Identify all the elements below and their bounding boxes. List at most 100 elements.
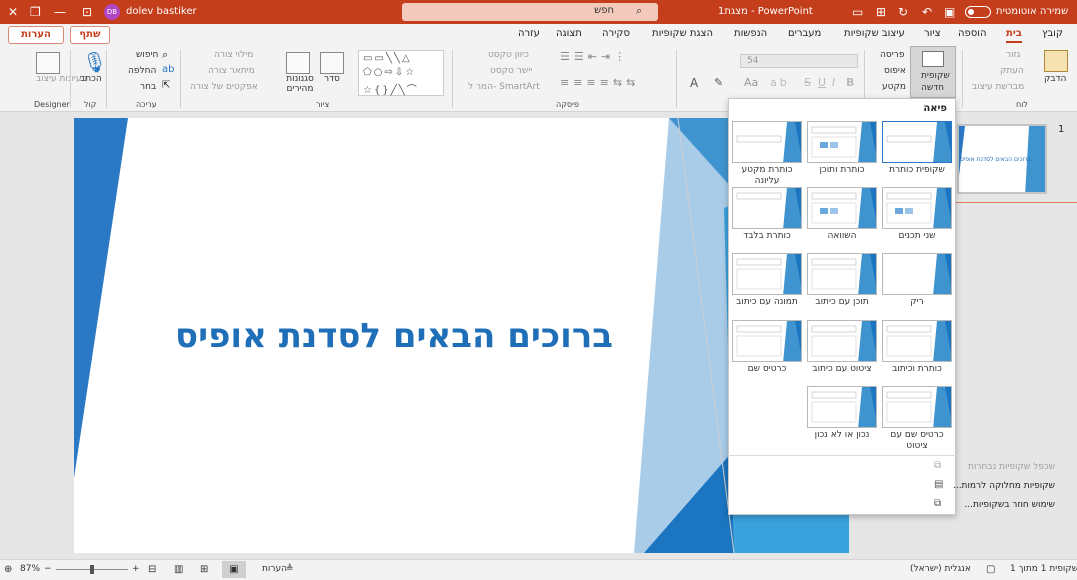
shape-effects-button[interactable]: אפקטים של צורה	[190, 82, 258, 92]
zoom-slider-thumb[interactable]	[90, 565, 94, 574]
layout-option-titlecap[interactable]	[882, 320, 952, 362]
microphone-icon[interactable]: 🎙	[82, 50, 107, 74]
design-ideas-icon[interactable]	[36, 52, 60, 74]
tab-transitions[interactable]: מעברים	[788, 28, 821, 39]
restore-icon[interactable]: ❐	[30, 4, 41, 20]
dictate-label[interactable]: הכתב	[80, 74, 102, 84]
save-icon[interactable]: ▣	[944, 4, 955, 20]
layout-option-namecard[interactable]	[732, 320, 802, 362]
insertion-line	[952, 202, 1077, 203]
font-size-field[interactable]: 54	[740, 54, 858, 68]
grow-font-icon[interactable]: Aa	[744, 76, 758, 89]
spelling-icon[interactable]: ▢	[986, 564, 995, 575]
italic-icon[interactable]: I	[832, 76, 835, 89]
layout-option-contentcap[interactable]	[807, 253, 877, 295]
avatar[interactable]: DB	[104, 4, 120, 20]
highlight-icon[interactable]: ✎	[714, 76, 723, 89]
duplicate-slides-item[interactable]: שכפל שקופיות נבחרות	[840, 462, 1055, 472]
tab-slideshow[interactable]: הצגת שקופיות	[652, 28, 713, 39]
align-icons[interactable]: ≡≡≡≡⇆⇆	[560, 76, 639, 89]
tab-design[interactable]: עיצוב שקופיות	[844, 28, 905, 39]
smartart-button[interactable]: המר ל- SmartArt	[468, 82, 540, 92]
ribbon-display-icon[interactable]: ⊡	[82, 4, 92, 20]
align-text-button[interactable]: יישר טקסט	[490, 66, 532, 76]
quick-styles-icon[interactable]	[286, 52, 310, 74]
format-painter-button[interactable]: מברשת עיצוב	[972, 82, 1024, 92]
zoom-level[interactable]: 87%	[20, 564, 40, 574]
tab-home[interactable]: בית	[1006, 28, 1022, 43]
cut-button[interactable]: גזור	[1006, 50, 1020, 60]
layout-option-quote[interactable]	[807, 320, 877, 362]
slideshow-view-icon[interactable]: ⊟	[148, 564, 156, 575]
layout-option-section[interactable]	[732, 121, 802, 163]
autosave-toggle[interactable]	[965, 6, 991, 18]
paste-icon[interactable]	[1044, 50, 1068, 72]
list-icons[interactable]: ☰☰⇤⇥⋮	[560, 50, 629, 63]
reading-view-icon[interactable]: ▥	[174, 564, 183, 575]
underline-icon[interactable]: U	[818, 76, 826, 89]
shape-fill-button[interactable]: מילוי צורה	[214, 50, 253, 60]
zoom-in-icon[interactable]: +	[132, 564, 140, 574]
undo-icon[interactable]: ↶	[922, 4, 932, 20]
zoom-out-icon[interactable]: −	[44, 564, 52, 574]
select-button[interactable]: בחר	[140, 82, 156, 92]
find-button[interactable]: חיפוש	[136, 50, 158, 60]
layout-option-title[interactable]	[882, 121, 952, 163]
new-slide-button[interactable]: שקופית חדשה	[910, 46, 956, 98]
layout-option-two[interactable]	[882, 187, 952, 229]
shape-outline-button[interactable]: מיתאר צורה	[208, 66, 255, 76]
layout-option-truefalse[interactable]	[807, 386, 877, 428]
quick-styles-label[interactable]: סגנונות מהירים	[282, 74, 318, 94]
slides-from-outline-item[interactable]: שקופיות מחלוקה לרמות...	[830, 481, 1055, 491]
slide-title[interactable]: ברוכים הבאים לסדנת אופיס	[74, 316, 714, 356]
touch-mode-icon[interactable]: ⊞	[876, 4, 886, 20]
shapes-gallery[interactable]: ▭▭╲╲△ ⬠○⇨⇩☆ ☆{}╱╲⌒	[358, 50, 444, 96]
fit-slide-icon[interactable]: ⊕	[4, 564, 12, 575]
layout-option-piccap[interactable]	[732, 253, 802, 295]
tab-review[interactable]: סקירה	[602, 28, 630, 39]
layout-option-titleonly[interactable]	[732, 187, 802, 229]
reset-button[interactable]: איפוס	[884, 66, 906, 76]
tab-file[interactable]: קובץ	[1042, 28, 1063, 39]
case-icon[interactable]: ab	[770, 76, 790, 89]
layout-label: כרטיס שם	[747, 364, 787, 374]
search-input[interactable]: חפש ⌕	[402, 3, 658, 21]
layout-option-compare[interactable]	[807, 187, 877, 229]
arrange-label[interactable]: סדר	[324, 74, 340, 84]
layout-option-blank[interactable]	[882, 253, 952, 295]
layout-label: ריק	[910, 297, 924, 307]
tab-help[interactable]: עזרה	[518, 28, 540, 39]
section-button[interactable]: מקטע	[882, 82, 906, 92]
text-direction-button[interactable]: כיוון טקסט	[488, 50, 529, 60]
normal-view-icon[interactable]: ▣	[222, 561, 246, 578]
layout-preview	[886, 321, 951, 361]
close-icon[interactable]: ✕	[8, 4, 18, 20]
tab-animations[interactable]: הנפשות	[734, 28, 767, 39]
bold-icon[interactable]: B	[846, 76, 854, 89]
replace-button[interactable]: החלפה	[128, 66, 156, 76]
layout-option-namequote[interactable]	[882, 386, 952, 428]
strike-icon[interactable]: S	[804, 76, 811, 89]
font-color-icon[interactable]: A	[690, 76, 698, 90]
present-icon[interactable]: ▭	[852, 4, 863, 20]
tab-view[interactable]: תצוגה	[556, 28, 582, 39]
slide-thumbnail[interactable]: ברוכים הבאים לסדנת אופיס	[957, 124, 1047, 194]
notes-button[interactable]: הערות	[262, 564, 287, 574]
tab-draw[interactable]: ציור	[924, 28, 941, 39]
group-divider	[962, 50, 963, 108]
layout-button[interactable]: פריסה	[880, 50, 904, 60]
comments-button[interactable]: הערות	[8, 26, 64, 44]
layout-label: כרטיס שם עם ציטוט	[890, 430, 944, 451]
user-name[interactable]: dolev bastiker	[126, 6, 197, 17]
redo-icon[interactable]: ↻	[898, 4, 908, 20]
minimize-icon[interactable]: —	[54, 4, 66, 20]
layout-option-content[interactable]	[807, 121, 877, 163]
tab-insert[interactable]: הוספה	[958, 28, 987, 39]
arrange-icon[interactable]	[320, 52, 344, 74]
language-indicator[interactable]: אנגלית (ישראל)	[910, 564, 971, 574]
share-button[interactable]: שתף	[70, 26, 110, 44]
reuse-slides-item[interactable]: שימוש חוזר בשקופיות...	[840, 500, 1055, 510]
paste-label[interactable]: הדבק	[1044, 74, 1066, 84]
copy-button[interactable]: העתק	[1000, 66, 1024, 76]
sorter-view-icon[interactable]: ⊞	[200, 564, 208, 575]
